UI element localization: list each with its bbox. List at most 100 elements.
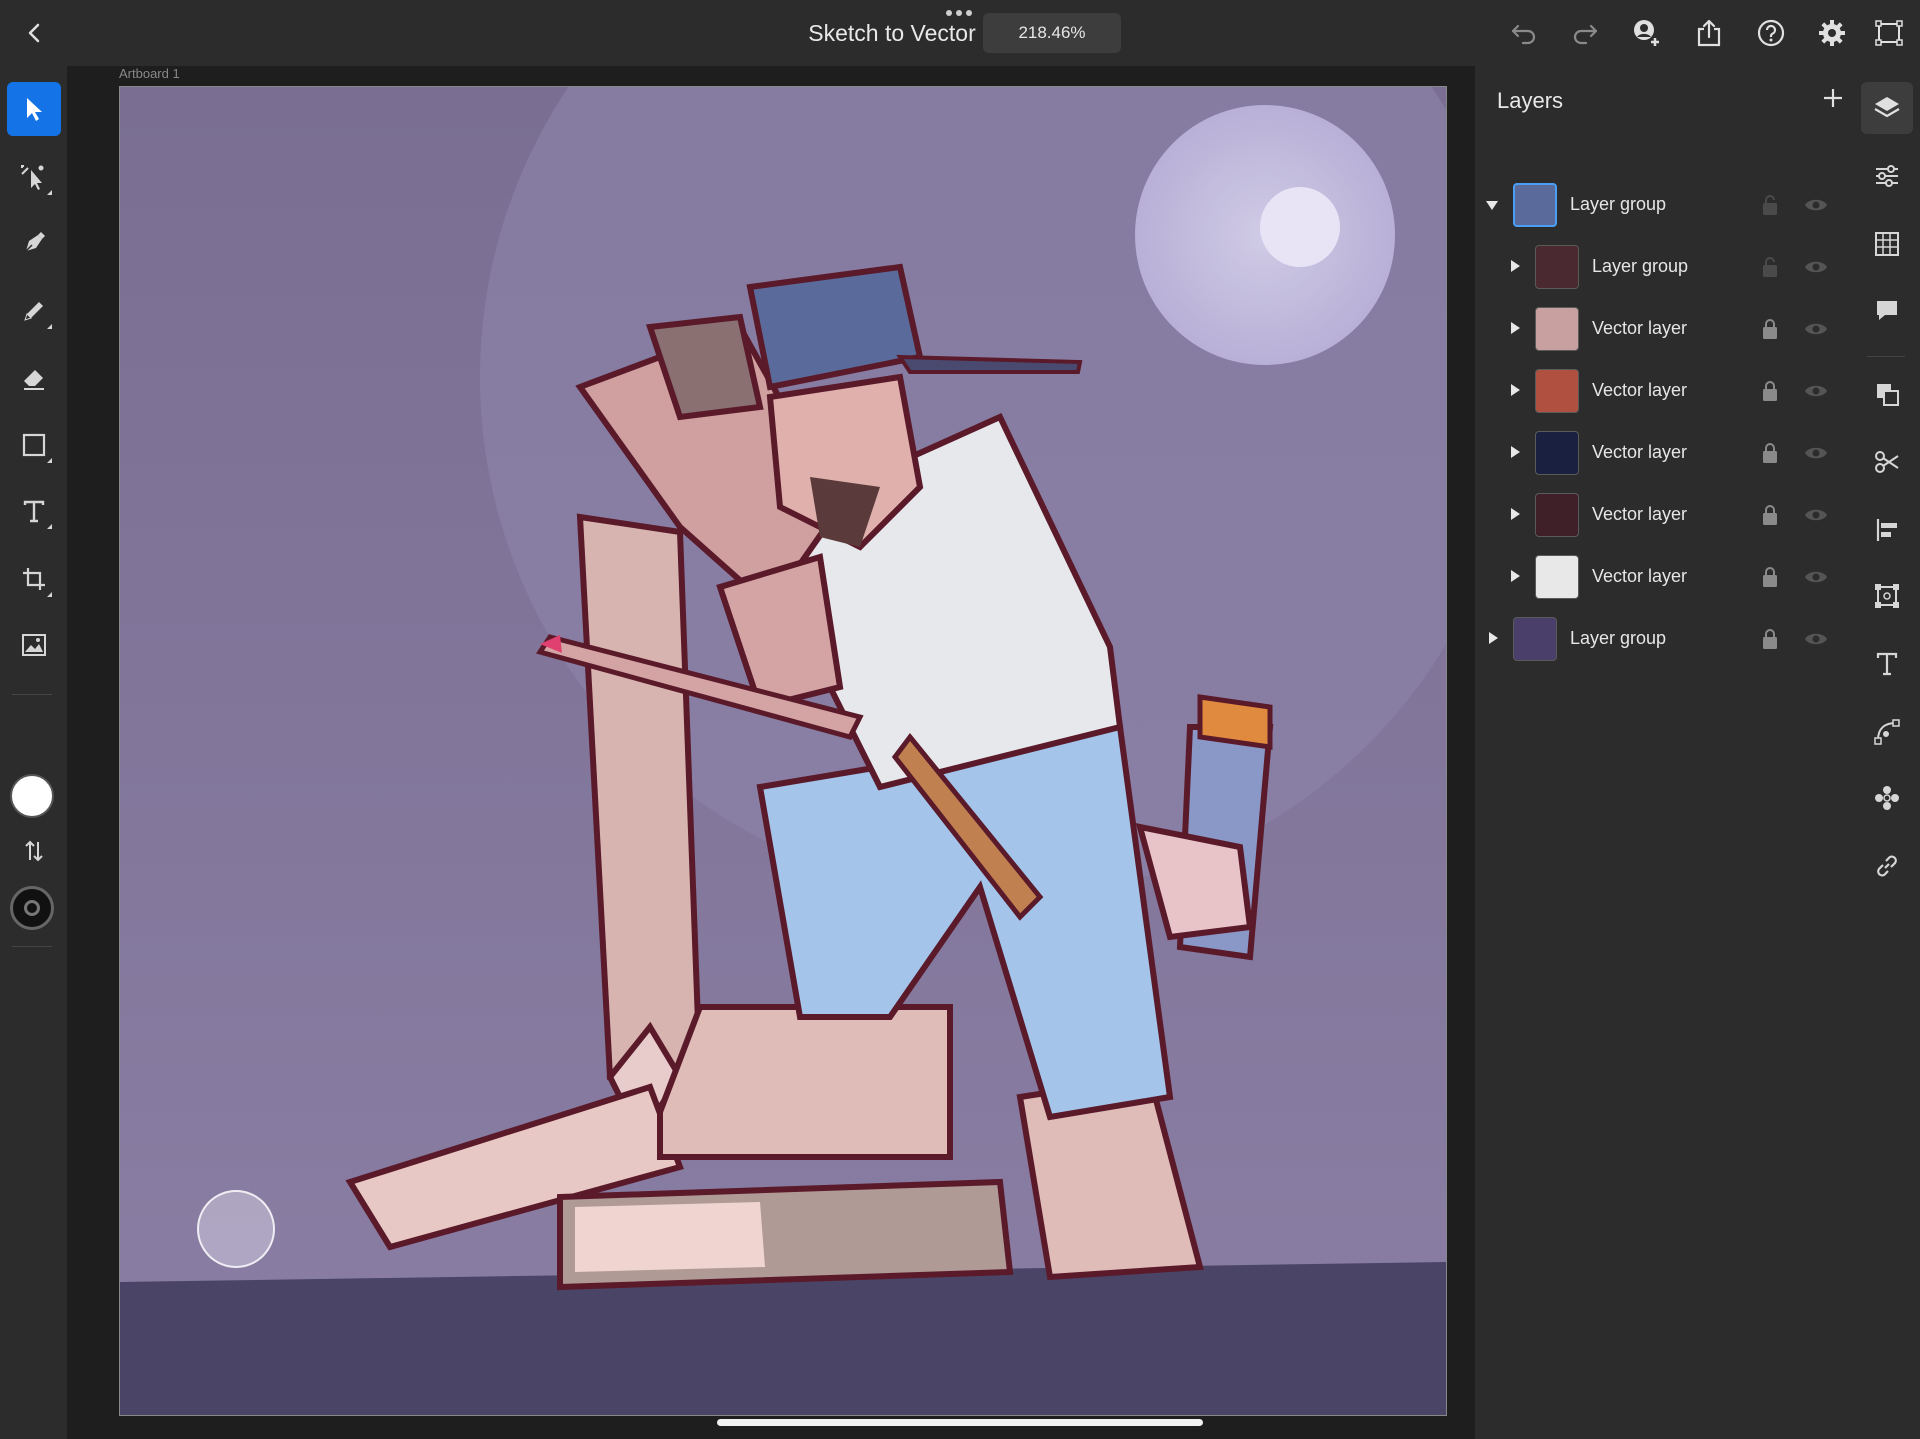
visibility-eye-icon[interactable] <box>1803 442 1829 464</box>
layer-name: Layer group <box>1570 194 1667 214</box>
visibility-eye-icon[interactable] <box>1803 380 1829 402</box>
direct-selection-tool[interactable] <box>7 150 61 204</box>
layer-row[interactable]: Layer group <box>1475 236 1853 298</box>
canvas-area[interactable]: Artboard 1 <box>67 66 1475 1439</box>
redo-icon <box>1573 24 1598 45</box>
expand-arrow-icon[interactable] <box>1511 508 1520 520</box>
arrange-button[interactable] <box>1861 368 1913 420</box>
lock-icon[interactable] <box>1760 566 1780 588</box>
undo-icon <box>1511 24 1536 45</box>
layer-row[interactable]: Vector layer <box>1475 298 1853 360</box>
layer-row[interactable]: Layer group <box>1475 608 1853 670</box>
link-button[interactable] <box>1861 840 1913 892</box>
repeat-button[interactable] <box>1861 772 1913 824</box>
text-icon <box>23 500 45 523</box>
path-button[interactable] <box>1861 706 1913 758</box>
type-properties-button[interactable] <box>1861 638 1913 690</box>
touch-shortcut-button[interactable] <box>197 1190 275 1268</box>
layer-name: Layer group <box>1570 628 1667 648</box>
visibility-eye-icon[interactable] <box>1803 256 1829 278</box>
direct-selection-icon <box>21 165 44 190</box>
layer-row[interactable]: Vector layer <box>1475 422 1853 484</box>
layer-row[interactable]: Vector layer <box>1475 484 1853 546</box>
add-layer-button[interactable] <box>1819 84 1847 112</box>
layer-thumbnail <box>1535 493 1579 537</box>
back-button[interactable] <box>18 17 50 49</box>
stroke-color-swatch[interactable] <box>10 886 54 930</box>
lock-icon[interactable] <box>1760 318 1780 340</box>
share-button[interactable] <box>1691 15 1727 51</box>
zoom-level[interactable]: 218.46% <box>983 13 1121 53</box>
selection-arrow-icon <box>27 98 42 121</box>
toolbar-divider <box>12 694 52 695</box>
more-dots-icon[interactable] <box>946 10 976 20</box>
expand-arrow-icon[interactable] <box>1511 446 1520 458</box>
path-icon <box>1874 719 1900 745</box>
visibility-eye-icon[interactable] <box>1803 318 1829 340</box>
undo-button[interactable] <box>1506 15 1542 51</box>
layer-row[interactable]: Vector layer <box>1475 546 1853 608</box>
expand-arrow-icon[interactable] <box>1511 570 1520 582</box>
layer-thumbnail <box>1535 245 1579 289</box>
eraser-icon <box>24 370 44 390</box>
layer-thumbnail <box>1535 431 1579 475</box>
vector-illustration[interactable] <box>120 87 1446 1415</box>
expand-arrow-icon[interactable] <box>1511 384 1520 396</box>
settings-button[interactable] <box>1814 15 1850 51</box>
cut-button[interactable] <box>1861 436 1913 488</box>
comments-button[interactable] <box>1861 284 1913 336</box>
crop-tool[interactable] <box>7 552 61 606</box>
layers-panel-title: Layers <box>1497 88 1564 113</box>
unlock-icon[interactable] <box>1760 256 1780 278</box>
pen-tool[interactable] <box>7 216 61 270</box>
pencil-tool[interactable] <box>7 284 61 338</box>
text-tool[interactable] <box>7 484 61 538</box>
toolbar-divider <box>1867 356 1905 357</box>
help-button[interactable] <box>1753 15 1789 51</box>
back-icon <box>28 23 40 43</box>
visibility-eye-icon[interactable] <box>1803 628 1829 650</box>
align-left-icon <box>1876 519 1897 541</box>
lock-icon[interactable] <box>1760 380 1780 402</box>
right-toolbar <box>1853 66 1920 1439</box>
collapse-arrow-icon[interactable] <box>1486 201 1498 210</box>
arrange-icon <box>1877 384 1899 406</box>
layer-thumbnail <box>1513 183 1557 227</box>
lock-icon[interactable] <box>1760 628 1780 650</box>
artboard[interactable] <box>119 86 1447 1416</box>
layer-row[interactable]: Vector layer <box>1475 360 1853 422</box>
shape-tool[interactable] <box>7 418 61 472</box>
grid-icon <box>1875 232 1899 256</box>
expand-arrow-icon[interactable] <box>1489 632 1498 644</box>
place-image-tool[interactable] <box>7 618 61 672</box>
properties-button[interactable] <box>1861 150 1913 202</box>
align-button[interactable] <box>1861 504 1913 556</box>
layer-name: Layer group <box>1592 256 1689 276</box>
visibility-eye-icon[interactable] <box>1803 566 1829 588</box>
document-title[interactable]: Sketch to Vector <box>808 20 975 47</box>
canvas-fit-button[interactable] <box>1871 15 1907 51</box>
selection-tool[interactable] <box>7 82 61 136</box>
transform-icon <box>1875 584 1899 608</box>
repeat-grid-icon <box>1875 786 1899 810</box>
layer-row[interactable]: Layer group <box>1475 174 1853 236</box>
swap-colors-button[interactable] <box>7 824 61 878</box>
eraser-tool[interactable] <box>7 351 61 405</box>
visibility-eye-icon[interactable] <box>1803 504 1829 526</box>
expand-arrow-icon[interactable] <box>1511 322 1520 334</box>
redo-button[interactable] <box>1567 15 1603 51</box>
lock-icon[interactable] <box>1760 504 1780 526</box>
invite-user-icon <box>1634 20 1659 46</box>
invite-button[interactable] <box>1629 15 1665 51</box>
swap-arrows-icon <box>25 840 43 862</box>
transform-button[interactable] <box>1861 570 1913 622</box>
layer-thumbnail <box>1535 369 1579 413</box>
lock-icon[interactable] <box>1760 442 1780 464</box>
expand-arrow-icon[interactable] <box>1511 260 1520 272</box>
fill-color-swatch[interactable] <box>10 774 54 818</box>
grid-button[interactable] <box>1861 218 1913 270</box>
layers-panel-button[interactable] <box>1861 82 1913 134</box>
unlock-icon[interactable] <box>1760 194 1780 216</box>
visibility-eye-icon[interactable] <box>1803 194 1829 216</box>
home-indicator <box>717 1419 1203 1426</box>
